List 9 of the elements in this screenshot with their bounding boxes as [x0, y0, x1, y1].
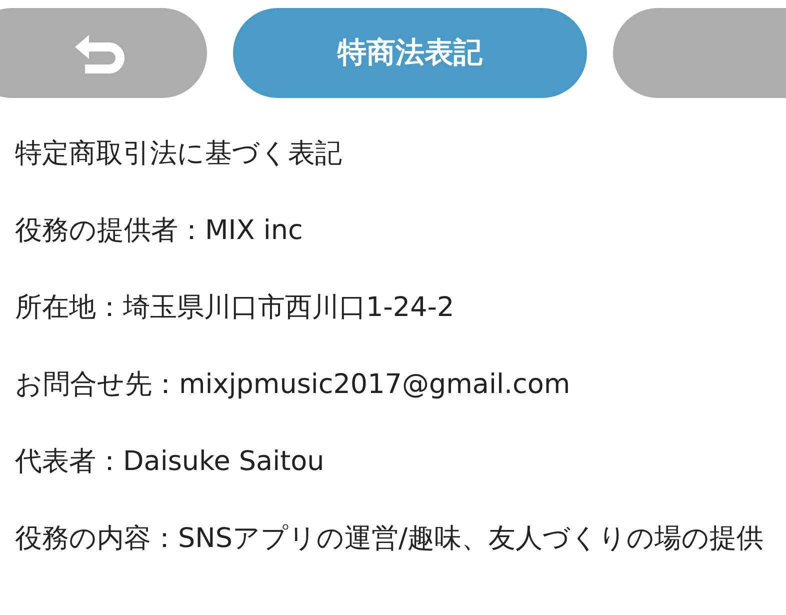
back-button[interactable]	[0, 8, 207, 98]
info-text: 代表者：Daisuke Saitou	[15, 445, 326, 479]
info-text: 役務の提供者：MIX inc	[15, 214, 304, 248]
info-text: 役務の内容：SNSアプリの運営/趣味、友人づくりの場の提供	[15, 522, 765, 556]
info-text: 所在地：埼玉県川口市西川口1-24-2	[15, 291, 456, 325]
title-button[interactable]: 特商法表記	[233, 8, 587, 98]
info-text: 特定商取引法に基づく表記	[15, 137, 343, 171]
nav-button[interactable]	[613, 8, 786, 98]
info-text: お問合せ先：mixjpmusic2017@gmail.com	[15, 368, 572, 402]
